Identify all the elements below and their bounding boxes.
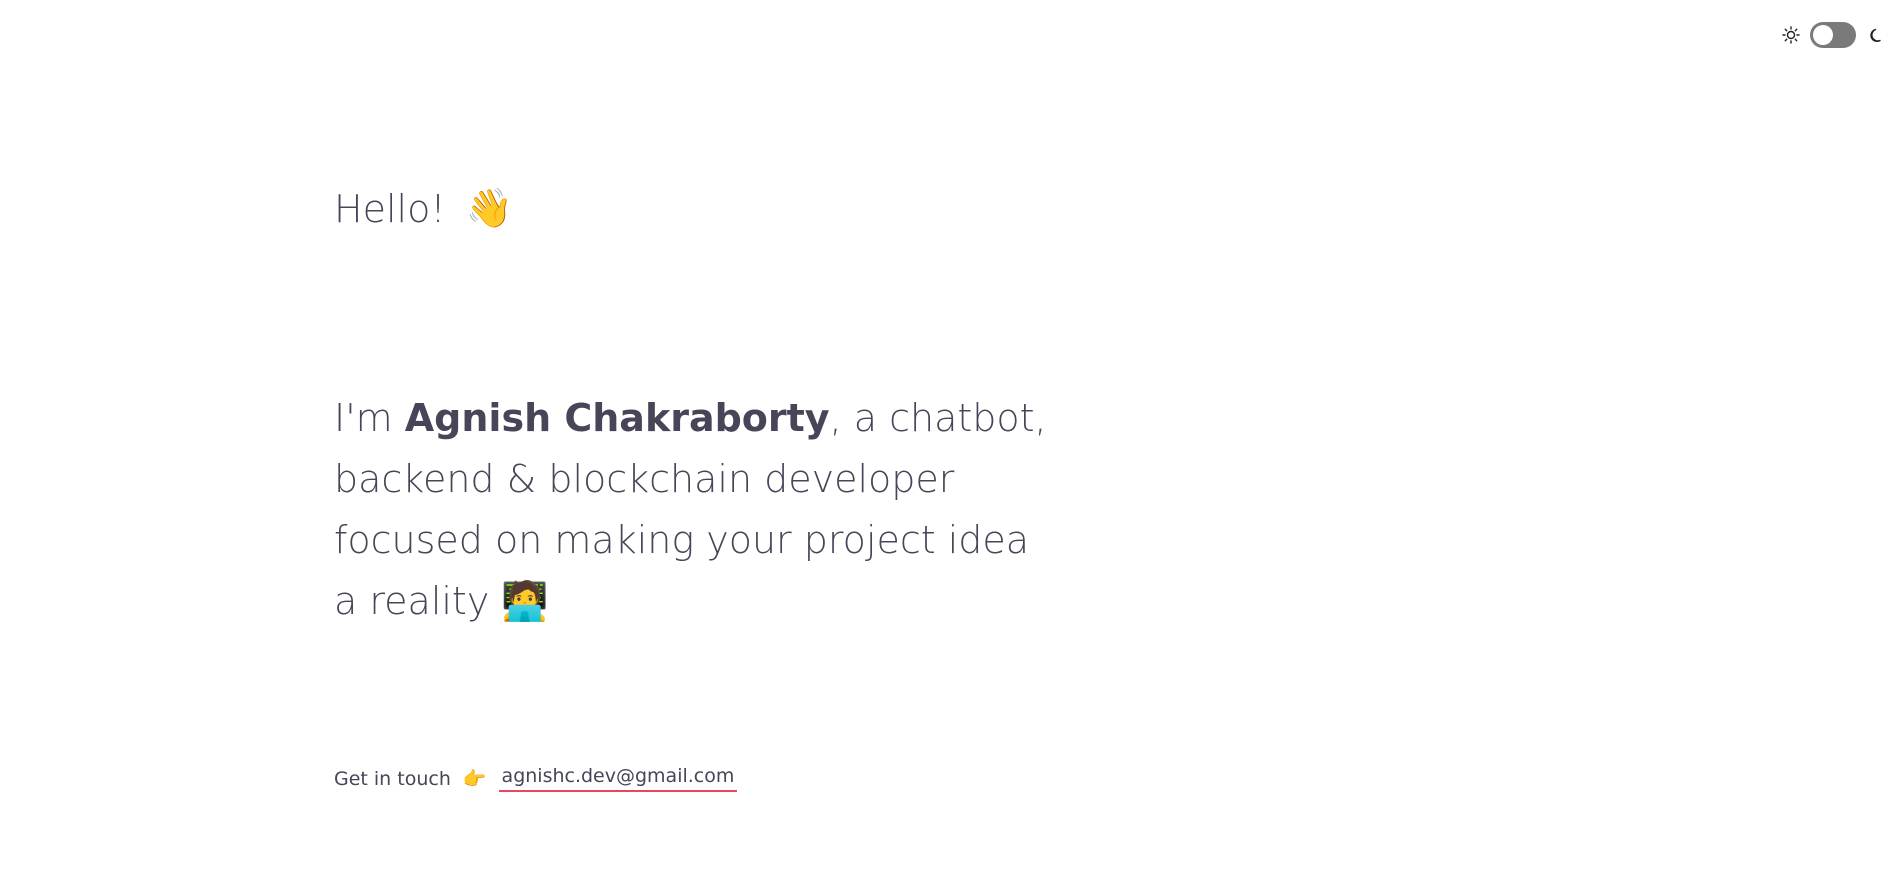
contact-label: Get in touch bbox=[334, 767, 451, 790]
intro-prefix: I'm bbox=[334, 396, 393, 440]
greeting-heading: Hello! 👋 bbox=[334, 186, 513, 231]
page: Hello! 👋 I'm Agnish Chakraborty, a chatb… bbox=[0, 0, 1902, 894]
greeting-text: Hello! bbox=[334, 186, 446, 231]
theme-toggle bbox=[1782, 22, 1884, 48]
moon-icon bbox=[1866, 26, 1884, 44]
developer-name: Agnish Chakraborty bbox=[404, 396, 830, 440]
dark-mode-switch[interactable] bbox=[1810, 22, 1856, 48]
intro-paragraph: I'm Agnish Chakraborty, a chatbot, backe… bbox=[334, 388, 1054, 632]
email-link[interactable]: agnishc.dev@gmail.com bbox=[498, 765, 738, 792]
pointing-hand-icon: 👉 bbox=[462, 768, 487, 790]
contact-line: Get in touch 👉 agnishc.dev@gmail.com bbox=[334, 765, 738, 792]
sun-icon bbox=[1782, 26, 1800, 44]
technologist-icon: 🧑‍💻 bbox=[501, 579, 549, 623]
switch-knob bbox=[1813, 25, 1833, 45]
waving-hand-icon: 👋 bbox=[465, 186, 513, 230]
